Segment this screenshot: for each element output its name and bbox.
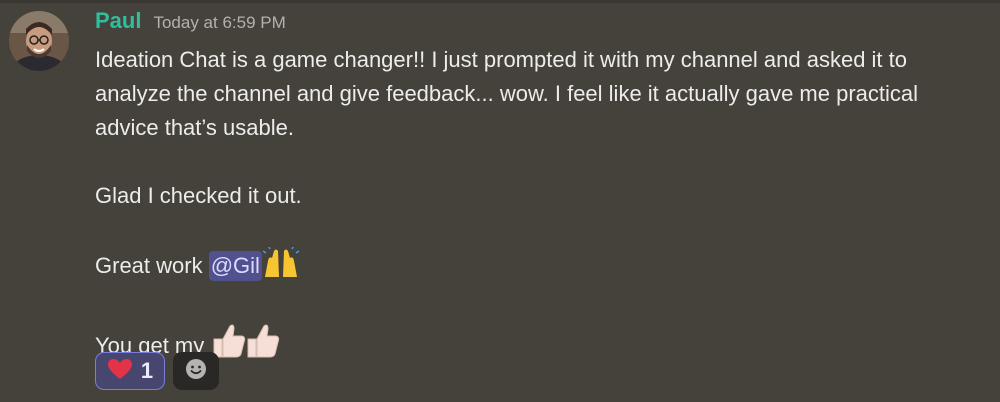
username[interactable]: Paul bbox=[95, 8, 141, 34]
chat-message: Paul Today at 6:59 PM Ideation Chat is a… bbox=[0, 0, 1000, 402]
message-line: You get my bbox=[95, 323, 990, 369]
message-line: Ideation Chat is a game changer!! I just… bbox=[95, 47, 908, 72]
message-content: Ideation Chat is a game changer!! I just… bbox=[95, 43, 990, 369]
message-line: analyze the channel and give feedback...… bbox=[95, 81, 919, 106]
message-line: advice that’s usable. bbox=[95, 115, 294, 140]
avatar[interactable] bbox=[9, 11, 69, 71]
user-mention[interactable]: @Gil bbox=[208, 251, 262, 281]
add-reaction-button[interactable] bbox=[173, 352, 219, 390]
message-header: Paul Today at 6:59 PM bbox=[95, 8, 286, 38]
reactions-bar: 1 bbox=[95, 352, 219, 390]
reaction-count: 1 bbox=[140, 358, 154, 383]
heart-reaction-button[interactable]: 1 bbox=[95, 352, 165, 390]
timestamp[interactable]: Today at 6:59 PM bbox=[153, 13, 285, 33]
message-line: Great work @Gil bbox=[95, 244, 990, 289]
message-line: Glad I checked it out. bbox=[95, 183, 302, 208]
heart-icon bbox=[107, 358, 133, 385]
thumbs-up-emoji bbox=[210, 323, 282, 369]
message-text: Great work bbox=[95, 253, 209, 278]
raising-hands-emoji bbox=[262, 244, 300, 289]
smiley-add-reaction-icon bbox=[184, 357, 208, 386]
